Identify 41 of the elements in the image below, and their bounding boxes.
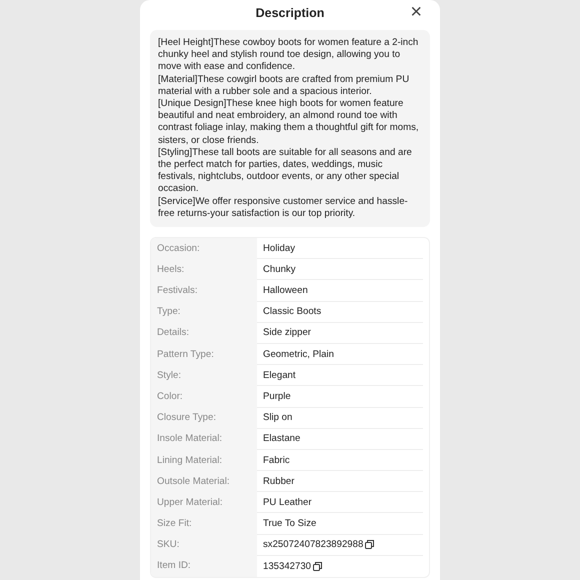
attribute-label: Occasion: [151, 238, 257, 260]
attribute-value: sx25072407823892988 [263, 539, 364, 550]
attribute-value: Classic Boots [263, 306, 322, 318]
attribute-value: PU Leather [263, 496, 312, 508]
attribute-value: True To Size [263, 518, 316, 530]
attribute-label: Style: [151, 365, 257, 386]
description-text: [Styling]These tall boots are suitable for all seasons and are the perfect match for parties, dates, weddings, music festivals, nightclubs, outdoor events, or any other special occasion. [158, 146, 413, 196]
attribute-value: Purple [263, 390, 291, 402]
attribute-label: Type: [151, 302, 257, 323]
attribute-value: Slip on [263, 412, 292, 424]
attribute-value: Elastane [263, 433, 300, 444]
attribute-label: Closure Type: [151, 408, 257, 429]
attribute-label: Festivals: [151, 280, 257, 302]
attribute-value: Halloween [263, 285, 308, 296]
copy-icon[interactable] [365, 540, 374, 550]
attribute-value: Fabric [263, 454, 290, 466]
copy-icon[interactable] [313, 562, 322, 571]
attribute-value: Side zipper [263, 327, 311, 338]
attribute-value: Geometric, Plain [263, 348, 334, 360]
description-text: [Heel Height]These cowboy boots for women feature a 2-inch chunky heel and stylish round toe design, allowing you to move with ease and confidence. [158, 37, 420, 74]
attribute-label: Pattern Type: [151, 344, 257, 366]
attribute-value: 135342730 [263, 560, 312, 572]
attribute-label: SKU: [151, 534, 257, 556]
attribute-label: Outsole Material: [151, 471, 257, 492]
attribute-label: Size Fit: [151, 513, 257, 535]
attribute-value: Holiday [263, 242, 295, 254]
attribute-label: Color: [151, 386, 257, 408]
attribute-label: Lining Material: [151, 450, 257, 472]
description-text: [Material]These cowgirl boots are crafted from premium PU material with a rubber sole and a spacious interior. [158, 74, 410, 98]
attribute-value: Rubber [263, 476, 294, 487]
attribute-label: Upper Material: [151, 492, 257, 514]
dialog-title: Description [256, 6, 324, 20]
attribute-value: Elegant [263, 370, 296, 381]
attribute-label: Heels: [151, 259, 257, 280]
attribute-label: Details: [151, 322, 257, 344]
description-text: [Unique Design]These knee high boots for women feature beautiful and neat embroidery, an almond round toe with contrast foliage inlay, making them a thoughtful gift for moms, sisters, or close friends. [158, 98, 420, 147]
close-button[interactable]: × [410, 2, 422, 22]
attribute-label: Insole Material: [151, 428, 257, 450]
attribute-label: Item ID: [151, 556, 257, 578]
description-text: [Service]We offer responsive customer service and hassle-free returns-your satisfaction is our top priority. [158, 196, 409, 220]
attribute-value: Chunky [263, 264, 296, 275]
